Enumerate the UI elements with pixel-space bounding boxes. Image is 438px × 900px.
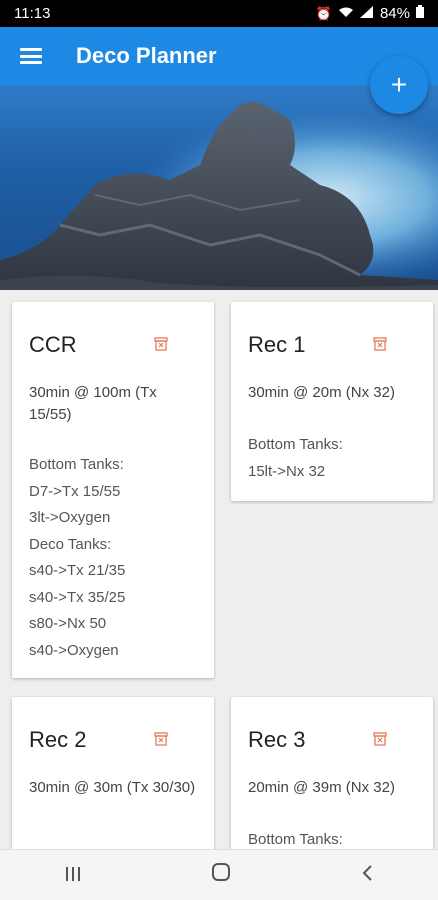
dive-plan-card-rec-1[interactable]: Rec 1 30min @ 20m (Nx 32) Bottom Tanks: … [231,302,433,501]
card-title: Rec 3 [248,727,306,752]
status-bar: 11:13 ⏰ 84% [0,0,438,27]
deco-tank: s40->Tx 21/35 [29,562,126,579]
deco-tank: s40->Tx 35/25 [29,588,126,606]
bottom-tanks-label: Bottom Tanks: [248,436,343,453]
trash-icon[interactable] [154,732,168,746]
hero-image [0,85,438,290]
trash-icon[interactable] [373,337,387,351]
card-summary: 30min @ 20m (Nx 32) [248,384,395,401]
add-plan-button[interactable]: + [370,56,428,114]
card-summary: 30min @ 100m (Tx 15/55) [29,384,157,423]
deco-tank: s40->Oxygen [29,641,119,659]
back-icon[interactable] [360,862,374,888]
bottom-tanks-label: Bottom Tanks: [29,456,124,473]
card-summary: 20min @ 39m (Nx 32) [248,779,395,796]
tank-list: Bottom Tanks: 15lt->Nx 32 [248,432,343,485]
menu-icon[interactable] [20,48,42,64]
card-summary: 30min @ 30m (Tx 30/30) [29,779,196,796]
card-title: Rec 2 [29,727,87,752]
tank-list: Bottom Tanks: D7->Tx 15/55 3lt->Oxygen D… [29,452,125,664]
page-title: Deco Planner [76,43,217,68]
card-title: CCR [29,332,77,357]
wifi-icon [338,6,354,21]
battery-icon [416,5,424,22]
plus-icon: + [390,69,408,100]
status-time: 11:13 [14,5,51,22]
home-icon[interactable] [211,862,231,888]
trash-icon[interactable] [154,337,168,351]
trash-icon[interactable] [373,732,387,746]
bottom-tank: D7->Tx 15/55 [29,482,121,500]
signal-icon [359,6,374,21]
status-icons: ⏰ 84% [316,5,424,22]
alarm-icon: ⏰ [315,5,332,21]
bottom-tank: 3lt->Oxygen [29,509,111,526]
card-title: Rec 1 [248,332,306,357]
deco-tank: s80->Nx 50 [29,615,107,632]
deco-tanks-label: Deco Tanks: [29,535,112,553]
recents-icon[interactable] [64,862,82,888]
bottom-tank: 15lt->Nx 32 [248,462,326,480]
dive-plan-card-ccr[interactable]: CCR 30min @ 100m (Tx 15/55) Bottom Tanks… [12,302,214,678]
system-nav-bar [0,849,438,900]
battery-text: 84% [379,5,410,22]
